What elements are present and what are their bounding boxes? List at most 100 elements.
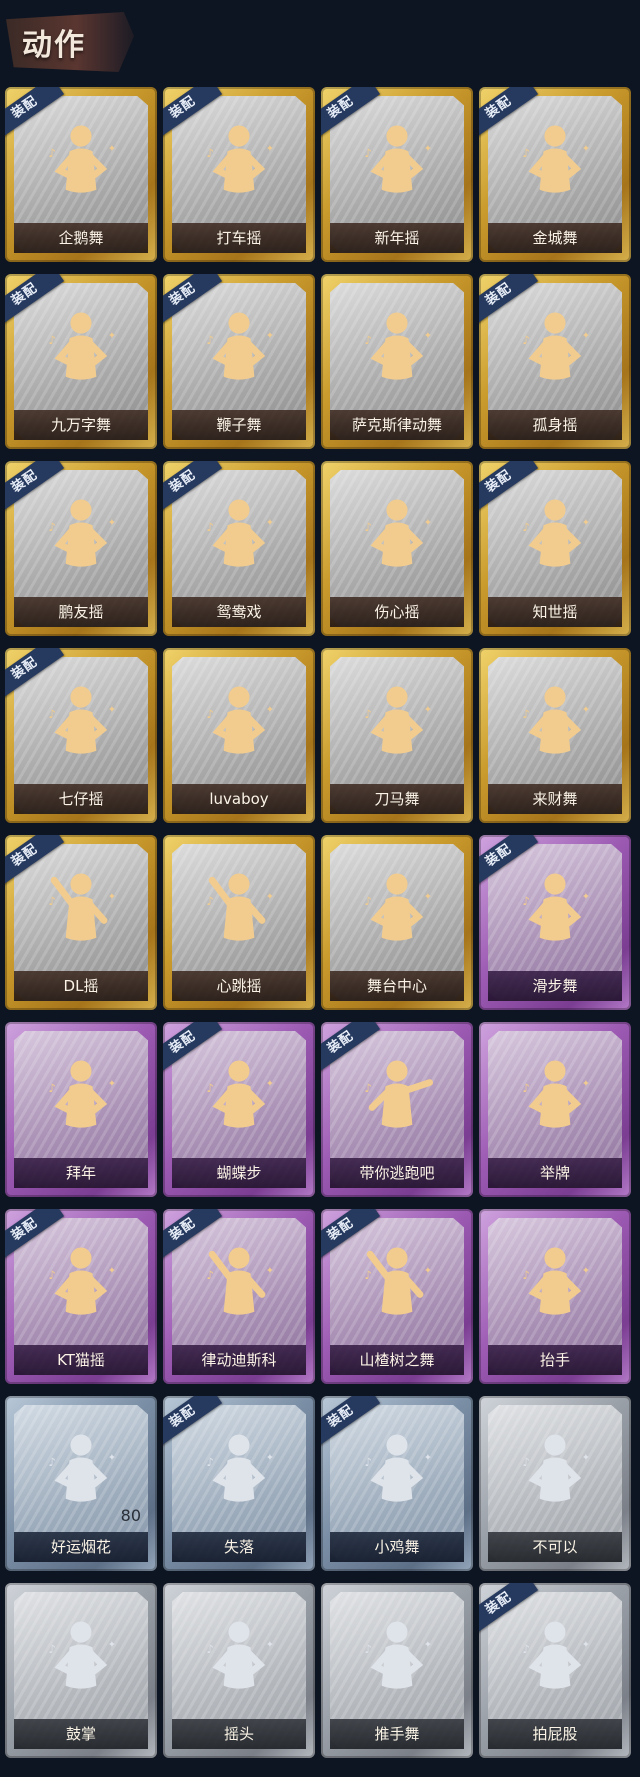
crawl-figure-icon: ♪ ✦ [191, 1422, 287, 1518]
svg-text:✦: ✦ [424, 330, 432, 341]
action-card[interactable]: ♪ ✦ 鼓掌 [5, 1583, 157, 1758]
action-card[interactable]: ♪ ✦ 萨克斯律动舞 [321, 274, 473, 449]
svg-text:♪: ♪ [364, 894, 371, 908]
svg-text:♪: ♪ [206, 333, 213, 347]
arm-raised-figure-icon: ♪ ✦ [191, 861, 287, 957]
dance-figure-icon: ♪ ✦ [191, 113, 287, 209]
action-card[interactable]: ♪ ✦ 推手舞 [321, 1583, 473, 1758]
dance-figure-icon: ♪ ✦ [507, 113, 603, 209]
action-card[interactable]: ♪ ✦ 装配 DL摇 [5, 835, 157, 1010]
action-name: 举牌 [488, 1158, 622, 1188]
action-card[interactable]: ♪ ✦ 装配 蝴蝶步 [163, 1022, 315, 1197]
action-card[interactable]: ♪ ✦ 装配 七仔摇 [5, 648, 157, 823]
action-name: 好运烟花 [14, 1532, 148, 1562]
svg-text:✦: ✦ [266, 1639, 274, 1650]
action-card[interactable]: ♪ ✦ 心跳摇 [163, 835, 315, 1010]
action-card[interactable]: ♪ ✦ 装配 失落 [163, 1396, 315, 1571]
action-card[interactable]: ♪ ✦ 刀马舞 [321, 648, 473, 823]
head-shake-figure-icon: ♪ ✦ [191, 1609, 287, 1705]
action-name: 舞台中心 [330, 971, 464, 1001]
svg-text:♪: ♪ [364, 333, 371, 347]
action-card[interactable]: ♪ ✦ 不可以 [479, 1396, 631, 1571]
action-card[interactable]: ♪ ✦ 装配 新年摇 [321, 87, 473, 262]
header: 动作 [0, 0, 640, 80]
svg-text:✦: ✦ [266, 704, 274, 715]
push-hands-figure-icon: ♪ ✦ [349, 1609, 445, 1705]
svg-text:♪: ♪ [522, 1455, 529, 1469]
svg-text:✦: ✦ [424, 891, 432, 902]
bow-figure-icon: ♪ ✦ [33, 1048, 129, 1144]
svg-text:✦: ✦ [582, 1265, 590, 1276]
item-count: 80 [120, 1506, 141, 1525]
svg-text:✦: ✦ [424, 1452, 432, 1463]
action-name: 失落 [172, 1532, 306, 1562]
svg-text:✦: ✦ [266, 1265, 274, 1276]
page-title: 动作 [22, 28, 86, 63]
action-name: 新年摇 [330, 223, 464, 253]
action-card[interactable]: ♪ ✦ 来财舞 [479, 648, 631, 823]
svg-text:♪: ♪ [48, 707, 55, 721]
action-name: 摇头 [172, 1719, 306, 1749]
action-card[interactable]: ♪ ✦ 装配 知世摇 [479, 461, 631, 636]
action-card[interactable]: ♪ ✦ 装配 带你逃跑吧 [321, 1022, 473, 1197]
svg-text:✦: ✦ [108, 1078, 116, 1089]
action-card[interactable]: ♪ ✦ 伤心摇 [321, 461, 473, 636]
svg-text:♪: ♪ [522, 1642, 529, 1656]
firework-icon: ♪ ✦ [33, 1422, 129, 1518]
action-name: DL摇 [14, 971, 148, 1001]
action-card[interactable]: ♪ ✦ 摇头 [163, 1583, 315, 1758]
svg-text:✦: ✦ [582, 1452, 590, 1463]
svg-text:♪: ♪ [364, 1268, 371, 1282]
svg-text:✦: ✦ [108, 517, 116, 528]
action-name: 鸳鸯戏 [172, 597, 306, 627]
dance-figure-icon: ♪ ✦ [349, 674, 445, 770]
action-card[interactable]: ♪ ✦ 装配 小鸡舞 [321, 1396, 473, 1571]
action-card[interactable]: ♪ ✦ 装配 山楂树之舞 [321, 1209, 473, 1384]
svg-text:♪: ♪ [364, 707, 371, 721]
action-card[interactable]: ♪ ✦ 装配 金城舞 [479, 87, 631, 262]
svg-text:♪: ♪ [48, 894, 55, 908]
action-card[interactable]: ♪ ✦ 舞台中心 [321, 835, 473, 1010]
action-card[interactable]: ♪ ✦ 装配 鞭子舞 [163, 274, 315, 449]
action-name: 萨克斯律动舞 [330, 410, 464, 440]
action-card[interactable]: ♪ ✦ 抬手 [479, 1209, 631, 1384]
action-name: 刀马舞 [330, 784, 464, 814]
action-card[interactable]: ♪ ✦ 装配 滑步舞 [479, 835, 631, 1010]
svg-text:✦: ✦ [424, 1265, 432, 1276]
svg-text:♪: ♪ [48, 1455, 55, 1469]
svg-text:♪: ♪ [48, 520, 55, 534]
svg-text:♪: ♪ [522, 146, 529, 160]
action-card[interactable]: ♪ ✦ 装配 孤身摇 [479, 274, 631, 449]
action-card[interactable]: ♪ ✦ luvaboy [163, 648, 315, 823]
raise-hand-icon: ♪ ✦ [507, 1235, 603, 1331]
sign-figure-icon: ♪ ✦ [507, 1048, 603, 1144]
action-card[interactable]: ♪ ✦ 80 好运烟花 [5, 1396, 157, 1571]
svg-text:♪: ♪ [48, 333, 55, 347]
action-card[interactable]: ♪ ✦ 装配 打车摇 [163, 87, 315, 262]
svg-text:♪: ♪ [364, 1081, 371, 1095]
svg-text:✦: ✦ [582, 517, 590, 528]
svg-text:✦: ✦ [582, 891, 590, 902]
action-name: 孤身摇 [488, 410, 622, 440]
svg-text:✦: ✦ [424, 704, 432, 715]
arm-raised-figure-icon: ♪ ✦ [349, 1235, 445, 1331]
action-name: 打车摇 [172, 223, 306, 253]
dance-figure-icon: ♪ ✦ [191, 487, 287, 583]
action-card[interactable]: ♪ ✦ 拜年 [5, 1022, 157, 1197]
action-name: 金城舞 [488, 223, 622, 253]
finger-wag-icon: ♪ ✦ [507, 1422, 603, 1518]
action-card[interactable]: ♪ ✦ 装配 鸳鸯戏 [163, 461, 315, 636]
svg-text:✦: ✦ [424, 1078, 432, 1089]
action-name: 伤心摇 [330, 597, 464, 627]
svg-text:♪: ♪ [48, 146, 55, 160]
action-name: 蝴蝶步 [172, 1158, 306, 1188]
action-card[interactable]: ♪ ✦ 装配 KT猫摇 [5, 1209, 157, 1384]
action-card[interactable]: ♪ ✦ 装配 企鹅舞 [5, 87, 157, 262]
action-card[interactable]: ♪ ✦ 装配 九万字舞 [5, 274, 157, 449]
svg-text:✦: ✦ [582, 330, 590, 341]
action-card[interactable]: ♪ ✦ 举牌 [479, 1022, 631, 1197]
action-card[interactable]: ♪ ✦ 装配 拍屁股 [479, 1583, 631, 1758]
svg-text:✦: ✦ [424, 143, 432, 154]
action-card[interactable]: ♪ ✦ 装配 鹏友摇 [5, 461, 157, 636]
action-card[interactable]: ♪ ✦ 装配 律动迪斯科 [163, 1209, 315, 1384]
